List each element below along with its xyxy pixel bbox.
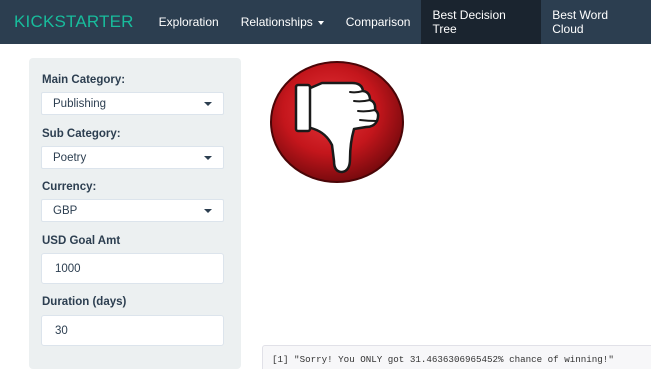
prediction-output-text: [1] "Sorry! You ONLY got 31.463630696545… bbox=[272, 354, 614, 365]
currency-select[interactable]: GBP bbox=[41, 199, 224, 222]
usd-goal-input[interactable]: 1000 bbox=[41, 253, 224, 284]
duration-value: 30 bbox=[55, 324, 68, 337]
dropdown-arrow-icon bbox=[204, 156, 212, 160]
duration-label: Duration (days) bbox=[42, 296, 127, 308]
tab-best-word-cloud-label: Best Word Cloud bbox=[552, 8, 608, 36]
tab-best-decision-tree-label: Best Decision Tree bbox=[432, 8, 506, 36]
main-category-select[interactable]: Publishing bbox=[41, 92, 224, 115]
duration-input[interactable]: 30 bbox=[41, 315, 224, 346]
thumbs-down-icon bbox=[270, 61, 404, 183]
sub-category-value: Poetry bbox=[53, 151, 87, 164]
top-navbar: KICKSTARTER Exploration Relationships Co… bbox=[0, 0, 651, 44]
tab-best-word-cloud[interactable]: Best Word Cloud bbox=[541, 0, 651, 44]
caret-down-icon bbox=[317, 21, 324, 25]
tab-exploration-label: Exploration bbox=[158, 15, 219, 29]
prediction-output: [1] "Sorry! You ONLY got 31.463630696545… bbox=[262, 345, 651, 369]
brand-logo[interactable]: KICKSTARTER bbox=[0, 0, 148, 44]
input-sidebar: Main Category: Publishing Sub Category: … bbox=[29, 58, 241, 369]
currency-value: GBP bbox=[53, 204, 78, 217]
tab-exploration[interactable]: Exploration bbox=[148, 0, 230, 44]
sub-category-label: Sub Category: bbox=[42, 128, 121, 140]
currency-label: Currency: bbox=[42, 181, 97, 193]
main-category-label: Main Category: bbox=[42, 74, 126, 86]
dropdown-arrow-icon bbox=[204, 209, 212, 213]
dropdown-arrow-icon bbox=[204, 102, 212, 106]
main-category-value: Publishing bbox=[53, 97, 107, 110]
usd-goal-value: 1000 bbox=[55, 262, 81, 275]
tab-comparison[interactable]: Comparison bbox=[335, 0, 422, 44]
tab-best-decision-tree[interactable]: Best Decision Tree bbox=[421, 0, 542, 44]
tab-relationships[interactable]: Relationships bbox=[230, 0, 335, 44]
tab-comparison-label: Comparison bbox=[345, 15, 411, 29]
tab-relationships-label: Relationships bbox=[240, 15, 313, 29]
sub-category-select[interactable]: Poetry bbox=[41, 146, 224, 169]
usd-goal-label: USD Goal Amt bbox=[42, 235, 121, 247]
